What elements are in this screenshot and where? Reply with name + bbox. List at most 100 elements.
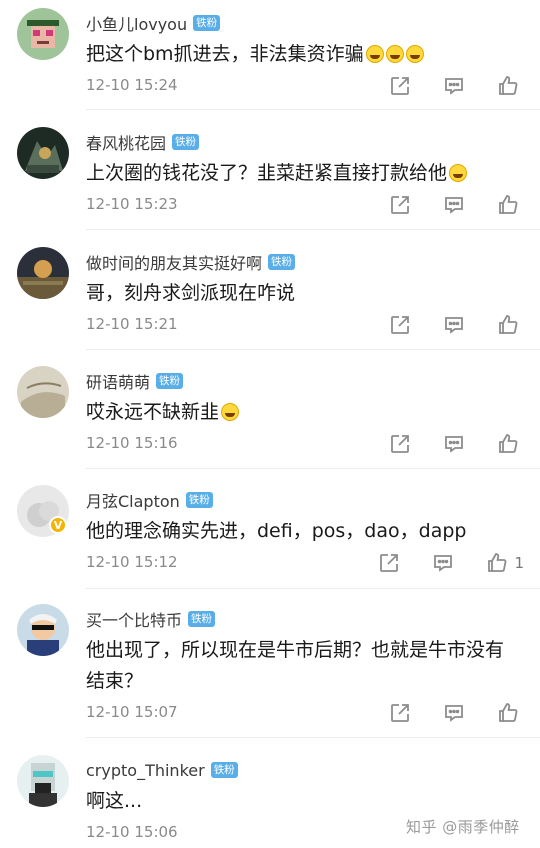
- avatar[interactable]: [17, 127, 69, 179]
- comment-body: 他的理念确实先进，defi，pos，dao，dapp: [86, 520, 467, 542]
- comment-item: 研语萌萌 铁粉 哎永远不缺新韭 12-10 15:16: [0, 366, 540, 469]
- share-icon: [391, 704, 409, 722]
- comment-item: 春风桃花园 铁粉 上次圈的钱花没了？韭菜赶紧直接打款给他 12-10 15:23: [0, 127, 540, 230]
- reply-button[interactable]: [442, 74, 466, 98]
- share-icon: [391, 435, 409, 453]
- divider: [86, 109, 540, 110]
- comment-actions: [388, 313, 520, 337]
- comment-footer: 12-10 15:23: [86, 193, 540, 219]
- divider: [86, 468, 540, 469]
- username[interactable]: 买一个比特币: [86, 607, 182, 631]
- like-icon: [488, 553, 507, 572]
- avatar[interactable]: [17, 247, 69, 299]
- fan-badge: 铁粉: [193, 15, 221, 31]
- fan-badge: 铁粉: [210, 762, 238, 778]
- share-button[interactable]: [388, 432, 412, 456]
- reply-button[interactable]: [431, 551, 455, 575]
- comment-text: 上次圈的钱花没了？韭菜赶紧直接打款给他: [86, 158, 516, 189]
- comment-body: 他出现了，所以现在是牛市后期？也就是牛市没有结束？: [86, 639, 505, 692]
- like-button[interactable]: 1: [485, 551, 524, 575]
- share-button[interactable]: [388, 193, 412, 217]
- like-button[interactable]: [496, 74, 520, 98]
- comment-footer: 12-10 15:07: [86, 701, 540, 727]
- comment-text: 他的理念确实先进，defi，pos，dao，dapp: [86, 516, 516, 547]
- username[interactable]: 月弦Clapton: [86, 488, 180, 512]
- comment-body: 哥，刻舟求剑派现在咋说: [86, 282, 296, 304]
- fan-badge: 铁粉: [156, 373, 184, 389]
- comment-item: 买一个比特币 铁粉 他出现了，所以现在是牛市后期？也就是牛市没有结束？ 12-1…: [0, 604, 540, 738]
- reply-button[interactable]: [442, 193, 466, 217]
- avatar[interactable]: [17, 8, 69, 60]
- divider: [86, 229, 540, 230]
- comment-time: 12-10 15:06: [86, 823, 178, 841]
- comment-time: 12-10 15:07: [86, 703, 178, 721]
- comment-actions: [388, 74, 520, 98]
- laugh-cry-emoji-icon: [365, 45, 384, 63]
- comment-time: 12-10 15:21: [86, 315, 178, 333]
- like-icon: [499, 703, 518, 722]
- like-button[interactable]: [496, 432, 520, 456]
- reply-icon: [445, 197, 463, 214]
- avatar[interactable]: [17, 604, 69, 656]
- comment-header: 春风桃花园 铁粉: [86, 130, 200, 154]
- reply-button[interactable]: [442, 432, 466, 456]
- comment-header: 买一个比特币 铁粉: [86, 607, 216, 631]
- comment-header: 小鱼儿lovyou 铁粉: [86, 11, 221, 35]
- share-button[interactable]: [377, 551, 401, 575]
- username[interactable]: 做时间的朋友其实挺好啊: [86, 250, 262, 274]
- username[interactable]: crypto_Thinker: [86, 761, 205, 780]
- fan-badge: 铁粉: [268, 254, 296, 270]
- share-icon: [391, 316, 409, 334]
- avatar[interactable]: [17, 366, 69, 418]
- reply-button[interactable]: [442, 701, 466, 725]
- comment-footer: 12-10 15:21: [86, 313, 540, 339]
- comment-item: V 月弦Clapton 铁粉 他的理念确实先进，defi，pos，dao，dap…: [0, 485, 540, 589]
- like-button[interactable]: [496, 193, 520, 217]
- reply-icon: [445, 436, 463, 453]
- comment-header: 研语萌萌 铁粉: [86, 369, 184, 393]
- divider: [86, 588, 540, 589]
- share-icon: [391, 77, 409, 95]
- like-button[interactable]: [496, 701, 520, 725]
- like-icon: [499, 315, 518, 334]
- verified-badge-icon: V: [49, 516, 67, 534]
- share-button[interactable]: [388, 313, 412, 337]
- share-button[interactable]: [388, 701, 412, 725]
- comment-footer: 12-10 15:16: [86, 432, 540, 458]
- divider: [86, 737, 540, 738]
- comment-time: 12-10 15:23: [86, 195, 178, 213]
- fan-badge: 铁粉: [185, 492, 213, 508]
- comment-body: 把这个bm抓进去，非法集资诈骗: [86, 43, 364, 65]
- username[interactable]: 春风桃花园: [86, 130, 166, 154]
- laugh-cry-emoji-icon: [385, 45, 404, 63]
- share-button[interactable]: [388, 74, 412, 98]
- like-icon: [499, 434, 518, 453]
- username[interactable]: 研语萌萌: [86, 369, 150, 393]
- comment-actions: [388, 193, 520, 217]
- comment-actions: 1: [377, 551, 524, 575]
- avatar[interactable]: [17, 755, 69, 807]
- share-icon: [380, 554, 399, 572]
- like-icon: [499, 195, 518, 214]
- comment-body: 上次圈的钱花没了？韭菜赶紧直接打款给他: [86, 162, 448, 184]
- comment-time: 12-10 15:24: [86, 76, 178, 94]
- comment-header: 月弦Clapton 铁粉: [86, 488, 213, 512]
- comment-time: 12-10 15:12: [86, 553, 178, 571]
- comment-actions: [388, 432, 520, 456]
- comment-body: 哎永远不缺新韭: [86, 401, 220, 423]
- like-button[interactable]: [496, 313, 520, 337]
- comment-text: 他出现了，所以现在是牛市后期？也就是牛市没有结束？: [86, 635, 516, 697]
- comment-header: crypto_Thinker 铁粉: [86, 758, 238, 782]
- fan-badge: 铁粉: [172, 134, 200, 150]
- watermark: 知乎 @雨季仲醉: [406, 818, 520, 836]
- comment-text: 啊这...: [86, 786, 516, 817]
- like-count: 1: [514, 554, 524, 572]
- comment-footer: 12-10 15:12 1: [86, 551, 540, 577]
- laugh-cry-emoji-icon: [449, 164, 468, 182]
- divider: [86, 349, 540, 350]
- reply-button[interactable]: [442, 313, 466, 337]
- reply-icon: [434, 555, 453, 572]
- comment-item: 做时间的朋友其实挺好啊 铁粉 哥，刻舟求剑派现在咋说 12-10 15:21: [0, 247, 540, 350]
- username[interactable]: 小鱼儿lovyou: [86, 11, 187, 35]
- reply-icon: [445, 78, 463, 95]
